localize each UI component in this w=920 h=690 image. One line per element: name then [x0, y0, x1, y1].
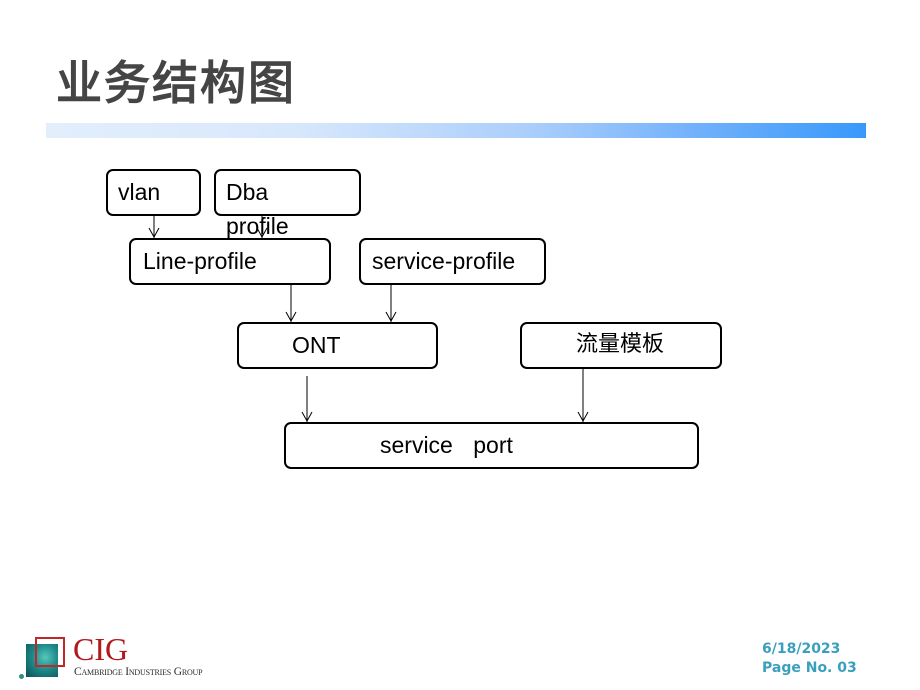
node-service-profile-label: service-profile: [372, 248, 516, 274]
node-vlan: vlan: [106, 169, 201, 216]
page-number: Page No. 03: [762, 660, 857, 676]
node-vlan-label: vlan: [118, 179, 161, 205]
node-dba-profile-label: Dba profile: [226, 179, 289, 239]
node-line-profile-label: Line-profile: [143, 248, 257, 274]
node-ont: ONT: [237, 322, 438, 369]
logo-text: CIG: [73, 631, 129, 667]
arrow-ont-to-service-port: [301, 376, 313, 423]
node-line-profile: Line-profile: [129, 238, 331, 285]
arrow-traffic-template-to-service-port: [577, 369, 589, 423]
slide-title: 业务结构图: [56, 56, 296, 110]
arrow-service-profile-to-ont: [385, 285, 397, 323]
node-traffic-template-label: 流量模板: [576, 332, 665, 357]
node-ont-label: ONT: [292, 332, 341, 358]
node-service-port: service port: [284, 422, 699, 469]
arrow-line-profile-to-ont: [285, 285, 297, 323]
node-service-port-label: service port: [380, 432, 513, 458]
node-service-profile: service-profile: [359, 238, 546, 285]
arrow-vlan-to-line-profile: [148, 216, 160, 239]
company-logo: CIG Cambridge Industries Group: [18, 632, 238, 682]
logo-subtitle: Cambridge Industries Group: [74, 666, 203, 678]
slide-date: 6/18/2023: [762, 641, 841, 657]
title-accent-bar: [46, 123, 866, 138]
logo-registered-dot: [19, 674, 24, 679]
logo-red-square-outline: [35, 637, 65, 667]
node-dba-profile: Dba profile: [214, 169, 361, 239]
footer-info: 6/18/2023 Page No. 03: [762, 640, 857, 678]
node-traffic-template: 流量模板: [520, 322, 722, 369]
